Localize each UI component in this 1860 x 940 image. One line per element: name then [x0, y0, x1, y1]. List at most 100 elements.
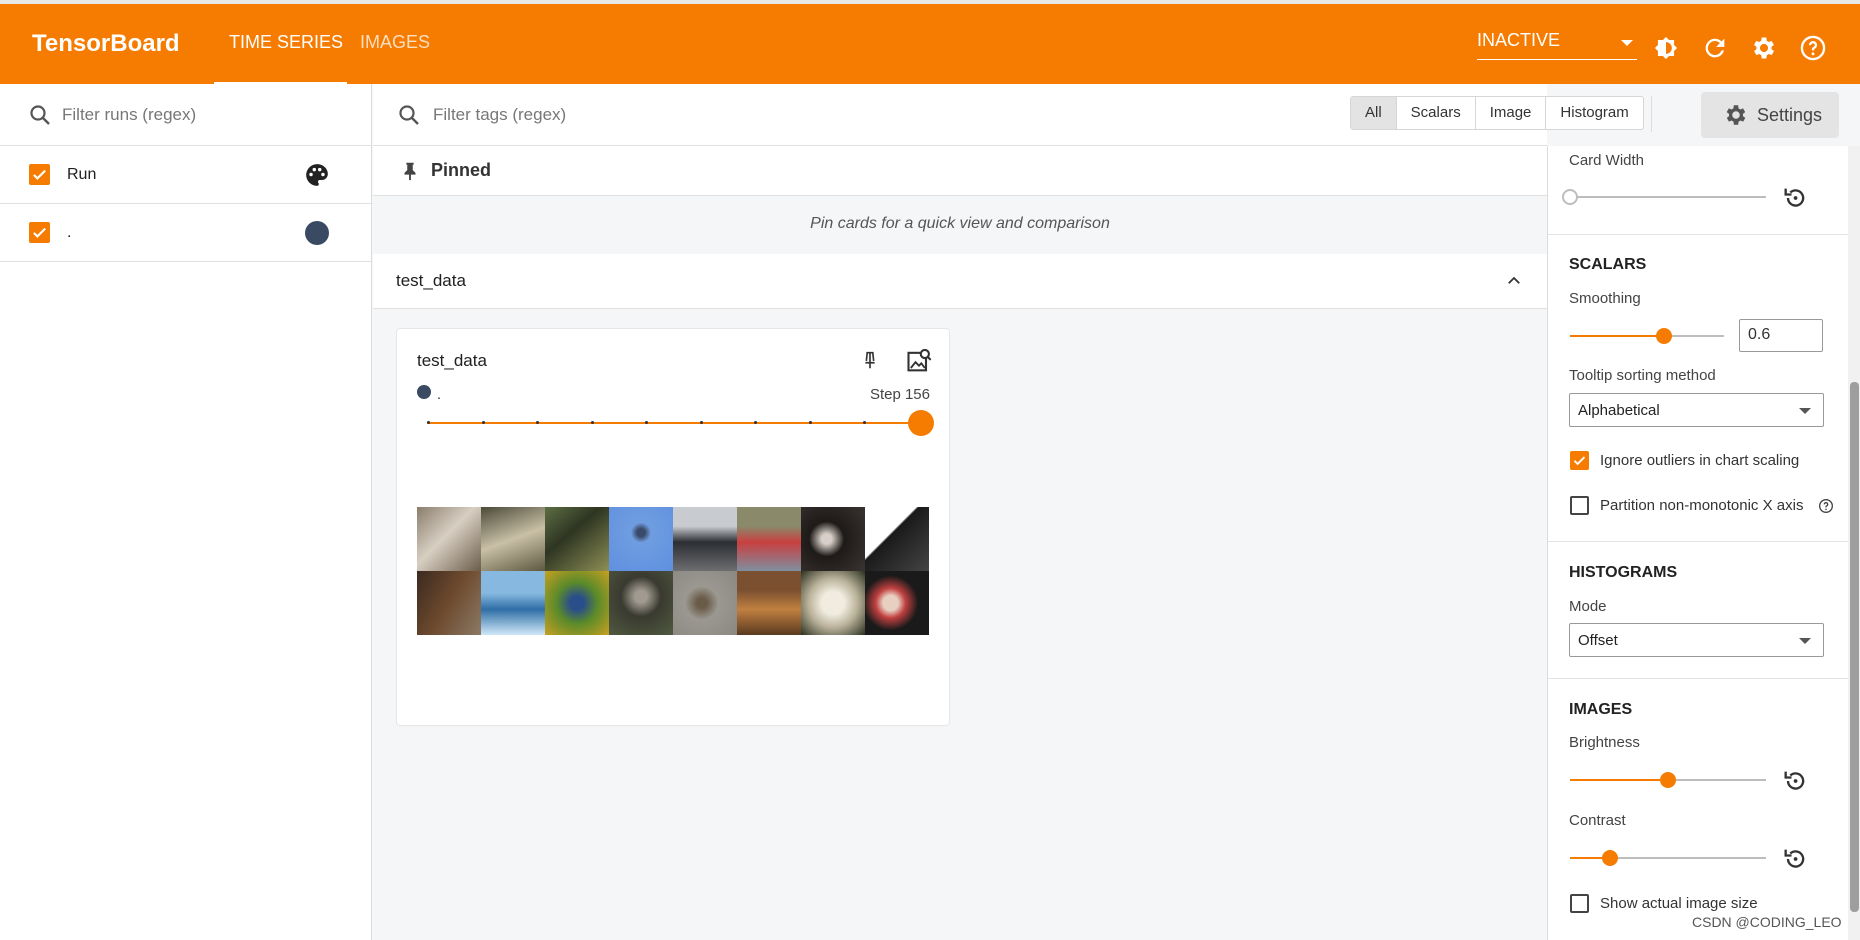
thumbnail: [865, 507, 929, 571]
gear-icon: [1726, 105, 1746, 125]
settings-scrollbar-thumb[interactable]: [1850, 382, 1859, 912]
pinned-empty-hint: Pin cards for a quick view and compariso…: [810, 215, 1110, 232]
refresh-icon[interactable]: [1701, 34, 1729, 62]
run-color-swatch[interactable]: [305, 220, 329, 245]
histogram-mode-value: Offset: [1578, 632, 1618, 649]
help-icon[interactable]: [1799, 34, 1827, 62]
card-width-label: Card Width: [1569, 152, 1645, 169]
scalars-section-title: SCALARS: [1569, 256, 1647, 273]
run-checkbox[interactable]: [29, 222, 50, 243]
image-card: test_data . Step 156: [396, 328, 950, 726]
runs-filter[interactable]: Filter runs (regex): [0, 84, 371, 146]
contrast-slider-thumb[interactable]: [1602, 850, 1618, 866]
thumbnail: [545, 571, 609, 635]
chevron-down-icon: [1621, 40, 1633, 46]
select-all-runs-checkbox[interactable]: [29, 164, 50, 185]
reset-icon[interactable]: [1781, 767, 1809, 795]
run-row[interactable]: .: [0, 204, 371, 262]
step-tick: [645, 421, 648, 424]
search-icon: [30, 104, 50, 125]
tooltip-sort-value: Alphabetical: [1578, 402, 1660, 419]
step-tick: [809, 421, 812, 424]
image-zoom-icon[interactable]: [905, 347, 933, 375]
settings-button-label: Settings: [1757, 104, 1823, 125]
toolbar-divider: [1651, 96, 1652, 132]
tab-time-series[interactable]: TIME SERIES: [229, 32, 343, 53]
pin-icon: [404, 162, 416, 180]
check-icon: [1573, 456, 1586, 466]
gear-icon[interactable]: [1750, 34, 1778, 62]
filter-histogram-button[interactable]: Histogram: [1546, 97, 1642, 129]
histogram-mode-select[interactable]: Offset: [1569, 623, 1824, 657]
pinned-title: Pinned: [431, 160, 492, 180]
thumbnail: [673, 507, 737, 571]
runs-header-row: Run: [0, 146, 371, 204]
filter-all-button[interactable]: All: [1351, 97, 1397, 129]
step-tick: [536, 421, 539, 424]
settings-scrollbar[interactable]: [1848, 146, 1860, 940]
runs-column-header: Run: [67, 165, 97, 183]
thumbnail: [417, 507, 481, 571]
thumbnail: [801, 507, 865, 571]
thumbnail: [801, 571, 865, 635]
chevron-up-icon[interactable]: [1505, 272, 1523, 290]
help-icon[interactable]: [1818, 498, 1834, 514]
thumbnail: [737, 571, 801, 635]
settings-button[interactable]: Settings: [1701, 92, 1839, 138]
run-name: .: [67, 223, 72, 241]
histogram-mode-label: Mode: [1569, 598, 1607, 615]
tooltip-sort-select[interactable]: Alphabetical: [1569, 393, 1824, 427]
brightness-slider-thumb[interactable]: [1660, 772, 1676, 788]
step-tick: [427, 421, 430, 424]
card-title: test_data: [417, 351, 487, 370]
plugin-select[interactable]: INACTIVE: [1477, 30, 1637, 60]
divider: [1548, 678, 1848, 679]
tag-group-header[interactable]: test_data: [373, 254, 1547, 309]
step-tick: [700, 421, 703, 424]
ignore-outliers-checkbox[interactable]: [1570, 451, 1589, 470]
thumbnail: [737, 507, 801, 571]
smoothing-label: Smoothing: [1569, 290, 1641, 307]
smoothing-input[interactable]: 0.6: [1739, 319, 1823, 352]
plugin-select-value: INACTIVE: [1477, 30, 1561, 50]
watermark: CSDN @CODING_LEO: [1692, 914, 1842, 930]
pin-icon[interactable]: [859, 349, 881, 371]
card-type-filter: All Scalars Image Histogram: [1350, 96, 1644, 130]
card-run-name: .: [437, 386, 441, 402]
thumbnail: [609, 571, 673, 635]
partition-x-axis-checkbox[interactable]: [1570, 496, 1589, 515]
actual-image-size-label: Show actual image size: [1600, 895, 1758, 912]
check-icon: [33, 227, 46, 238]
filter-scalars-button[interactable]: Scalars: [1397, 97, 1476, 129]
tags-filter-placeholder: Filter tags (regex): [433, 104, 567, 124]
actual-image-size-checkbox[interactable]: [1570, 894, 1589, 913]
ignore-outliers-label: Ignore outliers in chart scaling: [1600, 452, 1800, 469]
divider: [1548, 541, 1848, 542]
card-step-label: Step 156: [869, 386, 930, 403]
theme-toggle-icon[interactable]: [1652, 34, 1680, 62]
thumbnail: [673, 571, 737, 635]
thumbnail: [865, 571, 929, 635]
step-slider-thumb[interactable]: [908, 410, 934, 436]
chevron-down-icon: [1799, 638, 1811, 644]
card-width-slider-track[interactable]: [1570, 196, 1766, 198]
brightness-label: Brightness: [1569, 734, 1640, 751]
histograms-section-title: HISTOGRAMS: [1569, 564, 1678, 581]
image-grid[interactable]: [417, 507, 931, 635]
tab-images[interactable]: IMAGES: [360, 32, 430, 53]
step-tick: [754, 421, 757, 424]
card-width-slider-thumb[interactable]: [1562, 189, 1578, 205]
top-app-bar: TensorBoard TIME SERIES IMAGES INACTIVE: [0, 0, 1860, 85]
reset-icon[interactable]: [1781, 184, 1809, 212]
filter-image-button[interactable]: Image: [1476, 97, 1547, 129]
tag-group-title: test_data: [396, 271, 466, 290]
thumbnail: [609, 507, 673, 571]
tooltip-sort-label: Tooltip sorting method: [1569, 367, 1716, 384]
thumbnail: [481, 571, 545, 635]
step-slider-track[interactable]: [427, 421, 917, 424]
palette-icon[interactable]: [304, 162, 330, 188]
pinned-section-header: Pinned: [373, 146, 1547, 196]
chevron-down-icon: [1799, 408, 1811, 414]
smoothing-slider-thumb[interactable]: [1656, 328, 1672, 344]
reset-icon[interactable]: [1781, 845, 1809, 873]
